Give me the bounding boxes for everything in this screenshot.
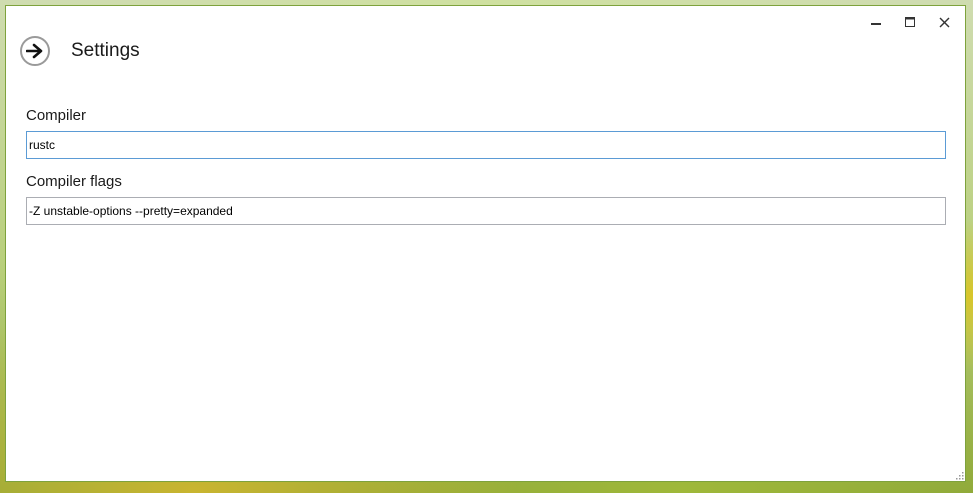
minimize-button[interactable]: [859, 10, 893, 34]
compiler-flags-input[interactable]: [26, 197, 946, 225]
resize-grip-icon[interactable]: [954, 470, 964, 480]
page-title: Settings: [71, 40, 140, 61]
close-button[interactable]: [927, 10, 961, 34]
page-header: Settings: [20, 36, 140, 66]
back-button[interactable]: [20, 36, 50, 66]
window-controls: [859, 10, 961, 34]
desktop-background: Settings Compiler Compiler flags: [0, 0, 973, 493]
compiler-input[interactable]: [26, 131, 946, 159]
maximize-button[interactable]: [893, 10, 927, 34]
arrow-right-circle-icon: [26, 43, 43, 59]
compiler-flags-label: Compiler flags: [26, 173, 122, 190]
minimize-icon: [871, 23, 881, 25]
close-icon: [939, 17, 949, 27]
settings-form: Compiler Compiler flags: [26, 106, 946, 238]
maximize-icon: [905, 17, 915, 27]
settings-window: Settings Compiler Compiler flags: [5, 5, 966, 482]
compiler-label: Compiler: [26, 107, 87, 124]
